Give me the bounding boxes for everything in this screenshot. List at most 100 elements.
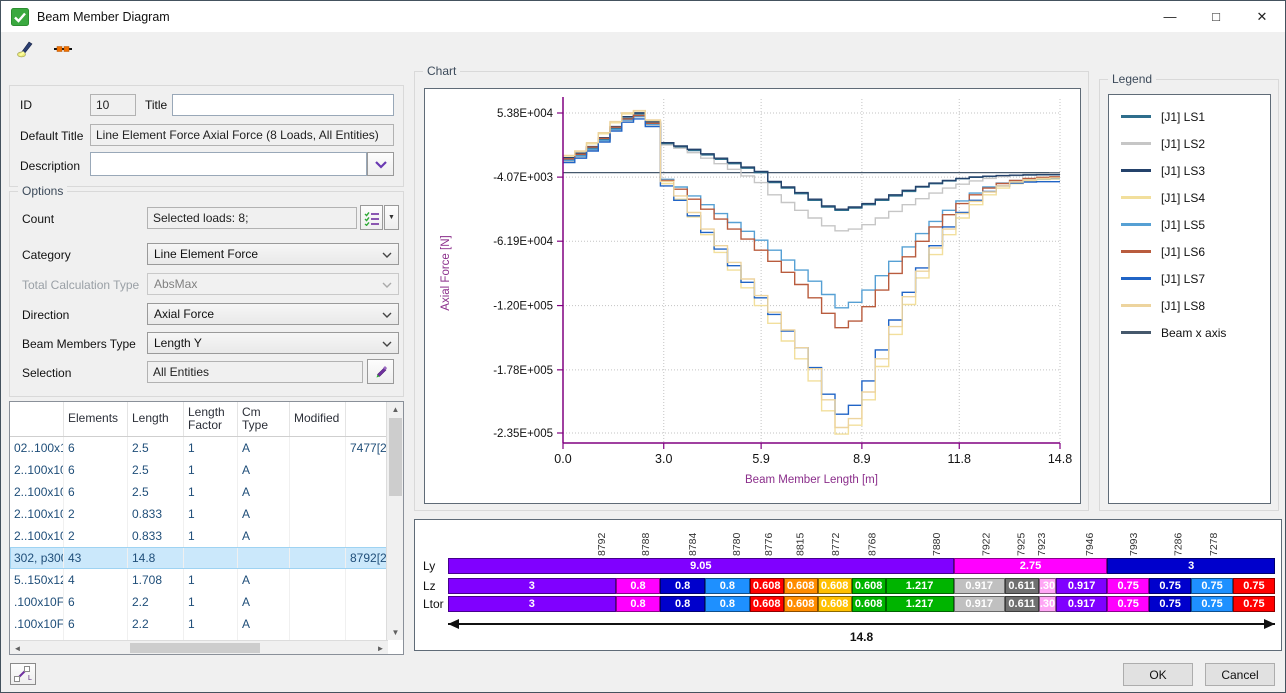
table-cell: [290, 481, 346, 503]
table-row[interactable]: 02..100x10(62.51A7477[2: [10, 437, 388, 459]
legend-item-label: [J1] LS2: [1161, 137, 1205, 151]
beam-members-type-combobox[interactable]: Length Y: [147, 332, 399, 354]
element-id: 7286: [1173, 532, 1185, 556]
description-field[interactable]: [90, 152, 367, 176]
element-id: 7922: [981, 532, 993, 556]
description-dropdown-button[interactable]: [367, 152, 394, 176]
table-row[interactable]: .100x10FE62.21A: [10, 591, 388, 613]
legend-group-label: Legend: [1108, 72, 1156, 86]
element-id: 7923: [1036, 532, 1048, 556]
legend-item: [J1] LS7: [1109, 265, 1270, 292]
default-title-field[interactable]: [90, 124, 394, 146]
column-header[interactable]: Length Factor: [184, 402, 238, 436]
table-cell: 1: [184, 525, 238, 547]
bar-segment: 0.75: [1149, 578, 1191, 594]
element-id: 7993: [1128, 532, 1140, 556]
element-id: 8815: [795, 532, 807, 556]
bar-segment: 0.608: [818, 596, 852, 612]
table-cell: 8792[2: [346, 547, 388, 569]
chart-text: 11.8: [948, 452, 971, 466]
window-title: Beam Member Diagram: [37, 10, 170, 24]
close-button[interactable]: ✕: [1239, 1, 1285, 32]
bar-segment: 0.75: [1233, 578, 1275, 594]
element-id: 8768: [867, 532, 879, 556]
direction-combobox[interactable]: Axial Force: [147, 303, 399, 325]
legend-item: Beam x axis: [1109, 319, 1270, 346]
legend-item: [J1] LS4: [1109, 184, 1270, 211]
id-label: ID: [20, 98, 32, 112]
table-row[interactable]: 2..100x10(20.8331A: [10, 525, 388, 547]
legend-box: [J1] LS1[J1] LS2[J1] LS3[J1] LS4[J1] LS5…: [1108, 94, 1271, 504]
series--j1-ls6: [563, 116, 1060, 328]
bar-segment: 0.8: [705, 578, 750, 594]
vertical-scroll-thumb[interactable]: [389, 418, 402, 496]
element-id-strip: 8792878887848780877688158772876878807922…: [448, 520, 1275, 558]
table-row[interactable]: 2..100x10(20.8331A: [10, 503, 388, 525]
scroll-left-arrow[interactable]: ◄: [10, 641, 25, 655]
table-row[interactable]: 2..100x10(62.51A: [10, 459, 388, 481]
legend-swatch: [1121, 304, 1151, 307]
pencil-icon: [373, 364, 389, 380]
horizontal-scroll-thumb[interactable]: [130, 643, 260, 653]
category-combobox[interactable]: Line Element Force: [147, 243, 399, 265]
ok-button[interactable]: OK: [1123, 663, 1193, 686]
selection-edit-button[interactable]: [367, 359, 394, 384]
identity-group: ID Title Default Title Description: [9, 85, 404, 187]
column-header[interactable]: [10, 402, 64, 436]
legend-item-label: [J1] LS1: [1161, 110, 1205, 124]
legend-item: [J1] LS1: [1109, 103, 1270, 130]
table-cell: [290, 503, 346, 525]
element-id: 8772: [830, 532, 842, 556]
id-field[interactable]: [90, 94, 136, 116]
bar-segment: 0.8: [616, 596, 661, 612]
table-cell: 2: [64, 525, 128, 547]
table-row[interactable]: 2..100x10(62.51A: [10, 481, 388, 503]
selection-field[interactable]: [147, 361, 363, 383]
element-id: 7925: [1015, 532, 1027, 556]
scroll-up-arrow[interactable]: ▲: [387, 402, 404, 417]
scroll-right-arrow[interactable]: ►: [373, 641, 388, 655]
bar-segment: 0.306: [1039, 596, 1056, 612]
column-header[interactable]: Length: [128, 402, 184, 436]
bar-segment: 0.608: [784, 578, 818, 594]
member-line-button[interactable]: L: [10, 663, 36, 685]
options-group: Options Count ▼ Category Line Element Fo…: [9, 191, 404, 397]
cancel-button[interactable]: Cancel: [1205, 663, 1275, 686]
vertical-scrollbar[interactable]: ▲ ▼: [386, 402, 403, 640]
column-header[interactable]: Modified: [290, 402, 346, 436]
style-brush-button[interactable]: [11, 36, 39, 62]
count-label: Count: [22, 212, 54, 226]
count-field[interactable]: [147, 207, 357, 229]
table-row-selected[interactable]: 302, p300.4314.88792[2: [10, 547, 388, 569]
legend-swatch: [1121, 142, 1151, 145]
bar-segment: 0.608: [818, 578, 852, 594]
column-header[interactable]: Cm Type: [238, 402, 290, 436]
element-id: 7946: [1084, 532, 1096, 556]
element-id: 8780: [731, 532, 743, 556]
table-row[interactable]: .100x10FE62.21A: [10, 613, 388, 635]
legend-item: [J1] LS3: [1109, 157, 1270, 184]
table-cell: 1: [184, 481, 238, 503]
table-cell: 1: [184, 591, 238, 613]
horizontal-scrollbar[interactable]: ◄ ►: [10, 640, 388, 655]
column-header[interactable]: Elements: [64, 402, 128, 436]
bar-segment: 0.306: [1039, 578, 1056, 594]
total-length-arrow: [448, 623, 1275, 625]
scroll-down-arrow[interactable]: ▼: [387, 625, 404, 640]
count-dropdown-button[interactable]: ▼: [384, 205, 399, 230]
maximize-button[interactable]: □: [1193, 1, 1239, 32]
column-header[interactable]: [346, 402, 388, 436]
table-cell: [290, 591, 346, 613]
minimize-button[interactable]: —: [1147, 1, 1193, 32]
chart-text: 5.9: [752, 452, 769, 466]
load-checklist-button[interactable]: [360, 205, 383, 230]
table-cell: [346, 503, 388, 525]
table-cell: [290, 437, 346, 459]
line-style-button[interactable]: [49, 36, 77, 62]
table-row[interactable]: 5..150x12(41.7081A: [10, 569, 388, 591]
bar-segment: 3: [1107, 558, 1275, 574]
chart-group: Chart 5.38E+004-4.07E+003-6.19E+004-1.20…: [414, 71, 1089, 511]
table-cell: 6: [64, 437, 128, 459]
title-field[interactable]: [172, 94, 394, 116]
table-cell: [290, 525, 346, 547]
